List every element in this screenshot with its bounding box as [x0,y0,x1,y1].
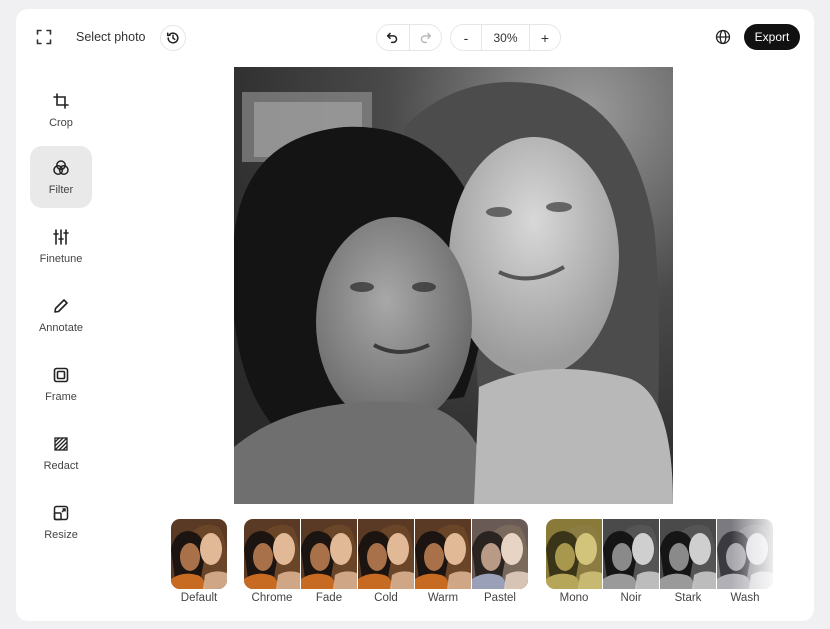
crop-icon [51,91,71,111]
tool-label: Finetune [39,253,83,265]
undo-redo-group [376,24,442,51]
filter-label: Pastel [484,592,516,604]
filter-thumbnail [301,519,357,589]
filter-thumbnail [660,519,716,589]
zoom-out-button[interactable]: - [451,25,481,50]
filter-thumbnail [244,519,300,589]
tool-finetune[interactable]: Finetune [30,215,92,277]
tool-annotate[interactable]: Annotate [30,284,92,346]
filter-thumbnail [603,519,659,589]
fullscreen-button[interactable] [32,25,56,49]
tool-label: Redact [43,460,79,472]
undo-button[interactable] [377,25,409,50]
filter-mono[interactable]: Mono [546,519,602,604]
export-button[interactable]: Export [744,24,800,50]
filter-default[interactable]: Default [171,519,227,604]
filter-strip: Default Chrome Fade Cold Warm Pastel Mono Noir S… [171,519,781,609]
tool-label: Resize [44,529,78,541]
tool-resize[interactable]: Resize [30,491,92,553]
filter-thumbnail [546,519,602,589]
sliders-icon [51,227,71,247]
filter-cold[interactable]: Cold [358,519,414,604]
undo-icon [387,32,398,44]
filter-fade[interactable]: Fade [301,519,357,604]
fullscreen-icon [36,29,52,45]
filter-thumbnail [717,519,773,589]
filter-stark[interactable]: Stark [660,519,716,604]
filter-label: Wash [730,592,760,604]
resize-icon [51,503,71,523]
tool-label: Filter [48,184,74,196]
tool-label: Annotate [38,322,84,334]
filter-icon [51,158,71,178]
filter-thumbnail [472,519,528,589]
filter-pastel[interactable]: Pastel [472,519,528,604]
filter-noir[interactable]: Noir [603,519,659,604]
tool-redact[interactable]: Redact [30,422,92,484]
filter-warm[interactable]: Warm [415,519,471,604]
language-button[interactable] [712,26,734,48]
photo-image [234,67,673,504]
history-button[interactable] [160,25,186,51]
redo-button[interactable] [409,25,441,50]
filter-wash[interactable]: Wash [717,519,773,604]
photo-editor: Select photo - 30% + Export Crop Filter … [16,9,814,621]
tool-crop[interactable]: Crop [30,79,92,141]
tool-filter[interactable]: Filter [30,146,92,208]
tool-label: Crop [49,117,73,129]
tool-frame[interactable]: Frame [30,353,92,415]
tool-label: Frame [45,391,77,403]
filter-thumbnail [415,519,471,589]
select-photo-button[interactable]: Select photo [76,30,146,44]
filter-thumbnail [171,519,227,589]
redo-icon [420,32,431,44]
zoom-control: - 30% + [450,24,561,51]
zoom-level[interactable]: 30% [481,25,530,50]
globe-icon [715,29,731,45]
frame-icon [51,365,71,385]
filter-label: Default [180,592,218,604]
filter-chrome[interactable]: Chrome [244,519,300,604]
zoom-in-button[interactable]: + [530,25,560,50]
filter-thumbnail [358,519,414,589]
history-icon [167,32,179,44]
redact-icon [51,434,71,454]
pencil-icon [51,296,71,316]
top-toolbar: Select photo - 30% + Export [16,9,814,67]
photo-canvas[interactable] [234,67,673,504]
